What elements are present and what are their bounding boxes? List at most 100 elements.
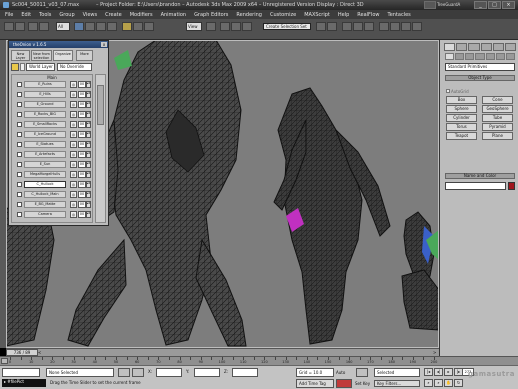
menu-modifiers[interactable]: Modifiers bbox=[130, 12, 153, 18]
menu-group[interactable]: Group bbox=[59, 12, 74, 18]
layer-row[interactable]: C_Hullock_Main ◎ 00 ▴▾ bbox=[14, 191, 92, 198]
layer-visibility-icon[interactable]: ◎ bbox=[70, 211, 77, 218]
teapot-button[interactable]: Teapot bbox=[446, 132, 477, 140]
layer-name[interactable]: E_SmallRocks bbox=[24, 121, 66, 128]
material-editor-icon[interactable] bbox=[379, 22, 389, 31]
y-coordinate-field[interactable] bbox=[194, 368, 220, 377]
selection-region-icon[interactable] bbox=[96, 22, 106, 31]
layer-visibility-icon[interactable]: ◎ bbox=[70, 121, 77, 128]
layer-visibility-icon[interactable]: ◎ bbox=[70, 191, 77, 198]
layer-checkbox[interactable] bbox=[17, 202, 22, 207]
shapes-icon[interactable] bbox=[455, 53, 465, 60]
layer-name[interactable]: E_Artefacts bbox=[24, 151, 66, 158]
play-icon[interactable]: ▸ bbox=[444, 368, 453, 376]
layer-value-field[interactable]: 00 bbox=[78, 171, 86, 178]
object-name-field[interactable] bbox=[445, 182, 506, 190]
layer-value-field[interactable]: 00 bbox=[78, 151, 86, 158]
menu-create[interactable]: Create bbox=[105, 12, 122, 18]
layer-name[interactable]: C_Hullock bbox=[24, 181, 66, 188]
layer-spinner-icon[interactable]: ▴▾ bbox=[86, 111, 91, 118]
prev-frame-icon[interactable]: ◂| bbox=[434, 368, 443, 376]
menu-customize[interactable]: Customize bbox=[270, 12, 296, 18]
selection-filter-dropdown[interactable]: All bbox=[56, 22, 70, 31]
layer-name[interactable]: E_IceGround bbox=[24, 131, 66, 138]
percent-snap-icon[interactable] bbox=[242, 22, 252, 31]
pivot-icon[interactable] bbox=[206, 22, 216, 31]
lock-selection-icon[interactable] bbox=[118, 368, 130, 377]
layer-checkbox[interactable] bbox=[17, 82, 22, 87]
menu-maxscript[interactable]: MAXScript bbox=[304, 12, 330, 18]
pan-icon[interactable]: ✋ bbox=[444, 379, 453, 387]
layer-visibility-icon[interactable]: ◎ bbox=[70, 91, 77, 98]
maxscript-mini-listener[interactable]: ▸ #filePict bbox=[2, 379, 46, 387]
layer-name[interactable]: C_Hullock_Main bbox=[24, 191, 66, 198]
layer-checkbox[interactable] bbox=[17, 162, 22, 167]
layer-row[interactable]: E_Ground ◎ 00 ▴▾ bbox=[14, 101, 92, 108]
set-key-label[interactable]: Set Key bbox=[355, 379, 371, 388]
layer-checkbox[interactable] bbox=[17, 212, 22, 217]
orbit-icon[interactable]: ↻ bbox=[454, 379, 463, 387]
object-type-rollout[interactable]: Object Type bbox=[445, 75, 515, 81]
primitive-type-dropdown[interactable]: Standard Primitives bbox=[445, 63, 515, 71]
layer-visibility-icon[interactable]: ◎ bbox=[70, 151, 77, 158]
layer-name[interactable]: E_Statues bbox=[24, 141, 66, 148]
layer-value-field[interactable]: 00 bbox=[78, 211, 86, 218]
autogrid-checkbox[interactable] bbox=[446, 89, 450, 93]
link-icon[interactable] bbox=[28, 22, 38, 31]
more-tab[interactable]: More bbox=[76, 50, 93, 61]
cone-button[interactable]: Cone bbox=[482, 96, 513, 104]
layer-visibility-icon[interactable]: ◎ bbox=[70, 141, 77, 148]
layer-spinner-icon[interactable]: ▴▾ bbox=[86, 81, 91, 88]
layer-row[interactable]: E_Rocks_BIG ◎ 00 ▴▾ bbox=[14, 111, 92, 118]
lights-icon[interactable] bbox=[465, 53, 475, 60]
layer-spinner-icon[interactable]: ▴▾ bbox=[86, 211, 91, 218]
time-slider[interactable]: 736 / 89 < > bbox=[6, 348, 439, 356]
time-slider-handle[interactable]: 736 / 89 bbox=[6, 349, 38, 356]
layer-row[interactable]: E_Hills ◎ 00 ▴▾ bbox=[14, 91, 92, 98]
menu-views[interactable]: Views bbox=[83, 12, 97, 18]
absolute-mode-icon[interactable] bbox=[132, 368, 144, 377]
onion-close-button[interactable]: x bbox=[101, 42, 107, 47]
layer-visibility-icon[interactable]: ◎ bbox=[70, 111, 77, 118]
menu-file[interactable]: File bbox=[5, 12, 13, 18]
modify-tab-icon[interactable] bbox=[456, 43, 468, 51]
render-setup-icon[interactable] bbox=[390, 22, 400, 31]
systems-icon[interactable] bbox=[505, 53, 515, 60]
layer-spinner-icon[interactable]: ▴▾ bbox=[86, 101, 91, 108]
minimize-button[interactable]: _ bbox=[474, 1, 487, 9]
utilities-tab-icon[interactable] bbox=[504, 43, 517, 51]
layer-spinner-icon[interactable]: ▴▾ bbox=[86, 191, 91, 198]
scroll-thumb[interactable] bbox=[97, 85, 104, 125]
layer-name[interactable]: MegaMorgelHulls bbox=[24, 171, 66, 178]
display-tab-icon[interactable] bbox=[492, 43, 504, 51]
mirror-icon[interactable] bbox=[316, 22, 326, 31]
unlink-icon[interactable] bbox=[39, 22, 49, 31]
layer-visibility-icon[interactable]: ◎ bbox=[70, 131, 77, 138]
select-scale-icon[interactable] bbox=[144, 22, 154, 31]
layer-visibility-icon[interactable]: ◎ bbox=[70, 181, 77, 188]
track-bar-toggle-icon[interactable] bbox=[1, 358, 8, 364]
maxscript-listener[interactable] bbox=[2, 368, 40, 377]
layer-name[interactable]: Camera bbox=[24, 211, 66, 218]
layer-row[interactable]: E_IceGround ◎ 00 ▴▾ bbox=[14, 131, 92, 138]
layer-spinner-icon[interactable]: ▴▾ bbox=[86, 141, 91, 148]
layer-color-swatch[interactable] bbox=[11, 63, 19, 71]
current-layer-field[interactable]: World Layer bbox=[26, 63, 55, 71]
layer-checkbox[interactable] bbox=[17, 192, 22, 197]
track-bar[interactable]: 0 10 20 30 40 50 60 70 80 90 100 110 120 130 140 150 160… bbox=[0, 356, 518, 365]
select-by-name-icon[interactable] bbox=[85, 22, 95, 31]
schematic-view-icon[interactable] bbox=[364, 22, 374, 31]
layer-manager-icon[interactable] bbox=[342, 22, 352, 31]
curve-editor-icon[interactable] bbox=[353, 22, 363, 31]
create-tab-icon[interactable] bbox=[444, 43, 456, 51]
app-icon[interactable] bbox=[3, 2, 9, 8]
layer-checkbox[interactable] bbox=[17, 92, 22, 97]
prev-frame-arrow[interactable]: < bbox=[38, 350, 43, 355]
new-from-selection-tab[interactable]: New from selection bbox=[31, 50, 52, 61]
next-frame-arrow[interactable]: > bbox=[433, 350, 438, 355]
layer-value-field[interactable]: 00 bbox=[78, 131, 86, 138]
sphere-button[interactable]: Sphere bbox=[446, 105, 477, 113]
tube-button[interactable]: Tube bbox=[482, 114, 513, 122]
layer-value-field[interactable]: 00 bbox=[78, 91, 86, 98]
layer-checkbox[interactable] bbox=[17, 142, 22, 147]
